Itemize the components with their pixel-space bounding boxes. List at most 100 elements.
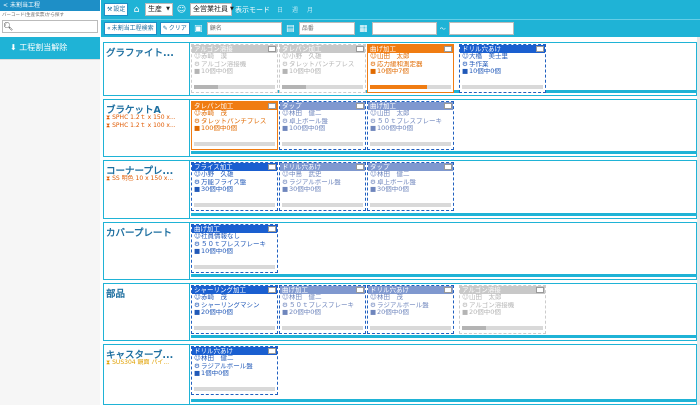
quantity-text: 10個中0個 — [201, 68, 233, 75]
search-icon[interactable]: 🔍︎ — [3, 22, 13, 31]
person-icon: ☺ — [194, 355, 201, 362]
box-icon: ■ — [282, 186, 289, 193]
product-title: グラファイト... — [106, 48, 174, 57]
process-card[interactable]: 曲げ加工 ☺山田 太郎 ⚙５０ｔプレスブレーキ ■100個中0個 — [367, 101, 454, 150]
check-box[interactable] — [536, 46, 544, 52]
process-card[interactable]: ドリル穴あけ ☺林田 茂 ⚙ラジアルボール盤 ■20個中0個 — [367, 285, 454, 334]
process-card-title: シャーリング加工 — [192, 286, 277, 294]
check-box[interactable] — [356, 103, 364, 109]
check-box[interactable] — [356, 287, 364, 293]
search-input[interactable] — [13, 21, 93, 32]
quantity-text: 1個中0個 — [201, 370, 229, 377]
process-card[interactable]: ドリル穴あけ ☺中島 武史 ⚙ラジアルボール盤 ■30個中0個 — [279, 162, 366, 211]
process-card[interactable]: 曲げ加工 ☺社員情報なし ⚙５０ｔプレスブレーキ ■10個中0個 — [191, 224, 278, 273]
left-pane-header[interactable]: < 未割当工程 — [0, 0, 100, 11]
row-bottom-bar — [191, 335, 696, 338]
box-icon: ■ — [282, 125, 289, 132]
quantity-text: 30個中0個 — [377, 186, 409, 193]
process-card[interactable]: フライス加工 ☺小野 久雄 ⚙万能フライス盤 ■30個中0個 — [191, 162, 278, 211]
machine-line: ⚙５０ｔプレスブレーキ — [192, 241, 277, 249]
view-month[interactable]: 月 — [307, 5, 313, 14]
quantity-line: ■20個中0個 — [368, 309, 453, 317]
check-box[interactable] — [268, 103, 276, 109]
customer-input[interactable] — [206, 22, 282, 35]
machine-icon: ⚙ — [462, 60, 468, 68]
progress-bar — [370, 142, 451, 146]
process-card[interactable]: タレパン加工 ☺小野 久雄 ⚙タレットパンチプレス ■10個中0個 — [279, 44, 366, 93]
factory-select[interactable]: 生産 ▼ — [145, 3, 173, 16]
product-header[interactable]: 部品 — [104, 284, 190, 340]
product-header[interactable]: ブラケットA ⧗ SPHC 1.2ｔ x 150 x... ⧗ SPHC 1.2ｔ … — [104, 100, 190, 156]
process-card[interactable]: ドリル穴あけ ☺大橋 美士里 ⚙手作業 ■10個中0個 — [459, 44, 546, 93]
check-box[interactable] — [444, 46, 452, 52]
back-arrow-icon[interactable]: < — [3, 2, 8, 9]
staff-select[interactable]: 全営業社員 ▼ — [190, 3, 234, 16]
product-header[interactable]: グラファイト... — [104, 43, 190, 95]
machine-icon: ⚙ — [194, 178, 200, 186]
progress-bar — [370, 326, 451, 330]
check-box[interactable] — [268, 287, 276, 293]
quantity-line: ■100個中0個 — [192, 125, 277, 133]
date-from-input[interactable] — [371, 22, 437, 35]
process-card[interactable]: アルゴン溶接 ☺山田 太郎 ⚙アルゴン溶接機 ■20個中0個 — [459, 285, 546, 334]
process-card[interactable]: 曲げ加工 ☺山田 太郎 ⚙応力緩和測定器 ■10個中7個 — [367, 44, 454, 93]
calendar-icon: ▦ — [358, 23, 368, 34]
product-header[interactable]: キャスターブ... ⧗ SUS304 鏡面 パイ... — [104, 345, 190, 404]
clear-button[interactable]: ✎ クリア — [159, 22, 190, 35]
view-day[interactable]: 日 — [277, 5, 283, 14]
check-box[interactable] — [268, 46, 276, 52]
group-icon: ☺ — [176, 4, 187, 15]
process-card[interactable]: タップ ☺林田 健二 ⚙卓上ボール盤 ■30個中0個 — [367, 162, 454, 211]
quantity-text: 20個中0個 — [201, 309, 233, 316]
worker-line: ☺林田 健二 — [368, 171, 453, 179]
worker-name: 中島 武史 — [289, 171, 322, 178]
unassign-process-button[interactable]: ⬇ 工程割当解除 — [0, 37, 100, 59]
progress-bar — [370, 203, 451, 207]
person-icon: ☺ — [194, 233, 201, 240]
machine-icon: ⚙ — [194, 240, 200, 248]
check-box[interactable] — [268, 164, 276, 170]
check-box[interactable] — [444, 287, 452, 293]
check-box[interactable] — [444, 164, 452, 170]
quantity-line: ■1個中0個 — [192, 370, 277, 378]
check-box[interactable] — [444, 103, 452, 109]
progress-bar — [282, 203, 363, 207]
check-box[interactable] — [356, 46, 364, 52]
settings-button[interactable]: ⚒ 設定 — [104, 3, 128, 16]
worker-name: 山田 太郎 — [377, 110, 410, 117]
process-card[interactable]: ドリル穴あけ ☺林田 健二 ⚙ラジアルボール盤 ■1個中0個 — [191, 346, 278, 395]
quantity-line: ■10個中0個 — [192, 68, 277, 76]
process-card[interactable]: シャーリング加工 ☺赤崎 茂 ⚙シャーリングマシン ■20個中0個 — [191, 285, 278, 334]
view-week[interactable]: 週 — [292, 5, 298, 14]
process-card[interactable]: タップ ☺林田 健二 ⚙卓上ボール盤 ■100個中0個 — [279, 101, 366, 150]
customer-icon: ▣ — [193, 23, 203, 34]
check-box[interactable] — [536, 287, 544, 293]
tools-icon: ⚒ — [107, 6, 113, 13]
process-card[interactable]: アルゴン溶接 ☺赤崎 漠 ⚙アルゴン溶接機 ■10個中0個 — [191, 44, 278, 93]
quantity-line: ■100個中0個 — [368, 125, 453, 133]
box-icon: ■ — [194, 68, 201, 75]
product-row: キャスターブ... ⧗ SUS304 鏡面 パイ... ドリル穴あけ ☺林田 健二 ⚙ラ… — [103, 344, 697, 405]
date-to-input[interactable] — [448, 22, 514, 35]
machine-line: ⚙万能フライス盤 — [192, 179, 277, 187]
machine-line: ⚙卓上ボール盤 — [368, 179, 453, 187]
process-card[interactable]: タレパン加工 ☺赤崎 茂 ⚙タレットパンチプレス ■100個中0個 — [191, 101, 278, 150]
box-icon: ■ — [370, 309, 377, 316]
product-header[interactable]: コーナープレ... ⧗ SS 明色 10 x 150 x... — [104, 161, 190, 218]
progress-bar — [194, 265, 275, 269]
progress-bar — [462, 326, 543, 330]
machine-line: ⚙アルゴン溶接機 — [460, 302, 545, 310]
process-card[interactable]: 曲げ加工 ☺林田 健二 ⚙５０ｔプレスブレーキ ■20個中0個 — [279, 285, 366, 334]
check-box[interactable] — [268, 226, 276, 232]
machine-line: ⚙ラジアルボール盤 — [192, 363, 277, 371]
box-icon: ■ — [462, 68, 469, 75]
person-icon: ☺ — [194, 171, 201, 178]
check-box[interactable] — [268, 348, 276, 354]
product-header[interactable]: カバープレート — [104, 223, 190, 279]
search-box[interactable]: 🔍︎ — [2, 20, 98, 33]
unassigned-search-button[interactable]: « 未割当工程検索 — [104, 22, 157, 35]
quantity-text: 10個中0個 — [469, 68, 501, 75]
check-box[interactable] — [356, 164, 364, 170]
quantity-text: 10個中7個 — [377, 68, 409, 75]
product-input[interactable] — [298, 22, 355, 35]
